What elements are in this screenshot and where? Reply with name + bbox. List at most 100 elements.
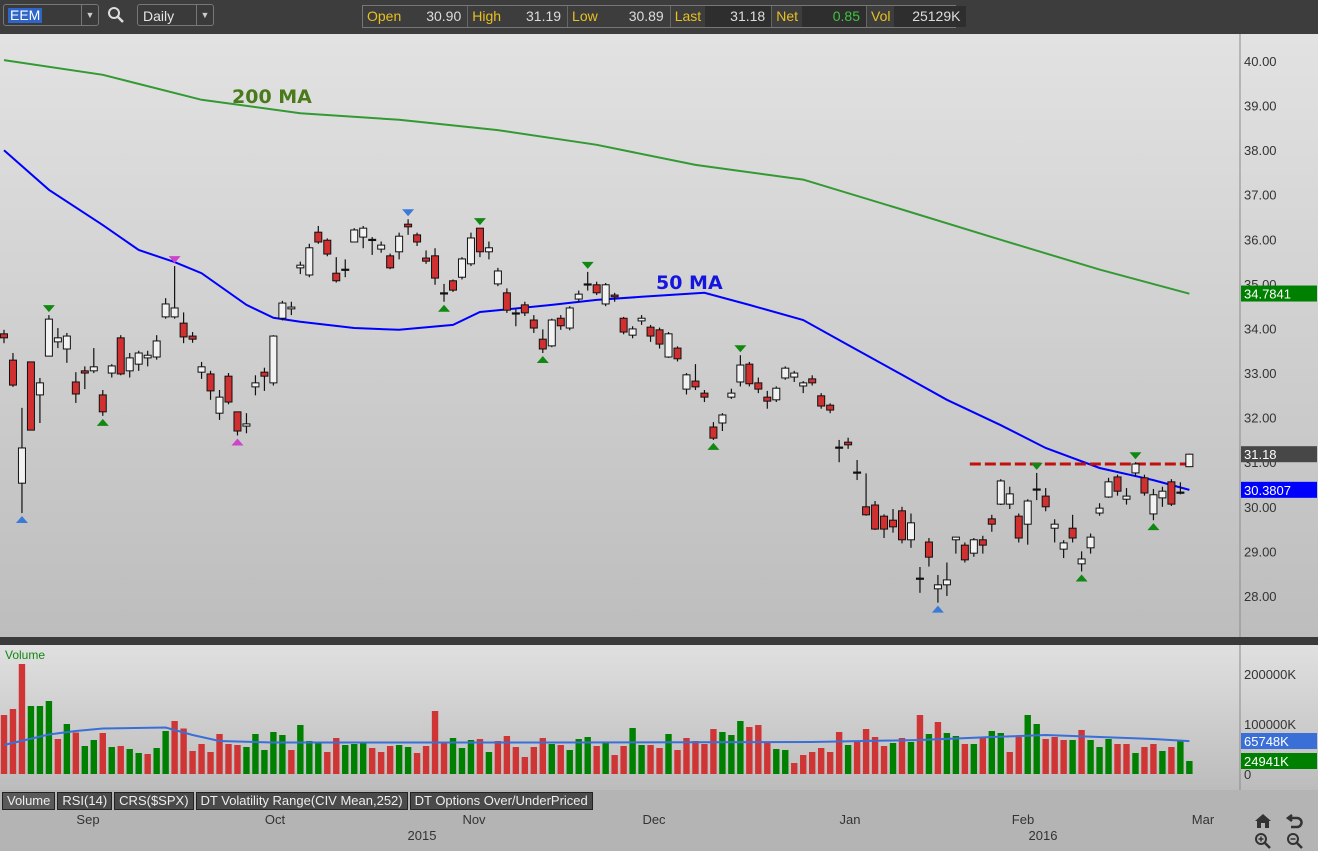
tab-rsi[interactable]: RSI(14) — [57, 792, 113, 810]
volume-bar — [638, 745, 645, 774]
symbol-value[interactable]: EEM — [8, 8, 43, 23]
symbol-input[interactable]: EEM ▼ — [3, 4, 99, 26]
candle[interactable] — [1185, 453, 1194, 468]
chevron-down-icon[interactable]: ▼ — [81, 5, 98, 25]
candle-body — [269, 335, 278, 384]
candle[interactable] — [898, 506, 906, 544]
candle[interactable] — [664, 332, 673, 358]
candle-body — [619, 317, 628, 333]
undo-icon[interactable] — [1286, 812, 1304, 830]
volume-bar — [279, 735, 286, 774]
candle[interactable] — [601, 283, 610, 307]
candle-body — [152, 340, 161, 358]
candle[interactable] — [278, 300, 287, 321]
indicator-tabs: Volume RSI(14) CRS($SPX) DT Volatility R… — [2, 792, 593, 810]
candle[interactable] — [1167, 479, 1176, 506]
candle-body — [637, 317, 646, 322]
candle[interactable] — [673, 346, 682, 362]
candle[interactable] — [817, 393, 826, 409]
candle-body — [422, 257, 431, 262]
candle-body — [242, 423, 251, 427]
candle[interactable] — [116, 335, 125, 376]
candle[interactable] — [745, 361, 754, 387]
candle-body — [224, 375, 233, 403]
candle[interactable] — [565, 306, 574, 331]
candle-body — [646, 326, 655, 337]
volume-bar — [306, 741, 313, 774]
candle-body — [395, 235, 404, 253]
price-tick-label: 39.00 — [1244, 99, 1277, 114]
candle-body — [754, 382, 763, 390]
candle[interactable] — [619, 316, 628, 335]
candle-body — [386, 255, 395, 269]
candle[interactable] — [1140, 474, 1149, 496]
volume-bar — [521, 757, 529, 774]
candle[interactable] — [224, 373, 233, 405]
candle-body — [700, 392, 709, 398]
volume-tick-label: 100000K — [1244, 717, 1296, 732]
volume-bar — [198, 744, 205, 774]
volume-tick-label: 200000K — [1244, 667, 1296, 682]
candle-body — [727, 392, 736, 398]
volume-bar — [557, 745, 564, 774]
volume-bar — [674, 750, 681, 774]
tab-volume[interactable]: Volume — [2, 792, 56, 810]
tab-options-overunderpriced[interactable]: DT Options Over/UnderPriced — [409, 792, 593, 810]
candle[interactable] — [996, 479, 1005, 506]
candle[interactable] — [269, 335, 278, 386]
candle-body — [906, 522, 915, 541]
candle[interactable] — [323, 238, 332, 257]
candle-body — [933, 584, 942, 590]
zoom-out-icon[interactable] — [1286, 832, 1304, 850]
volume-bar — [952, 736, 960, 774]
chevron-down-icon[interactable]: ▼ — [196, 5, 213, 25]
quote-bar: Open 30.90 High 31.19 Low 30.89 Last 31.18 N… — [362, 5, 967, 28]
price-tick-label: 33.00 — [1244, 366, 1277, 381]
tab-volatility-range[interactable]: DT Volatility Range(CIV Mean,252) — [195, 792, 408, 810]
volume-bar — [997, 733, 1004, 774]
volume-bar — [961, 744, 969, 774]
candle[interactable] — [350, 228, 359, 243]
candle[interactable] — [493, 267, 502, 287]
volume-bar — [324, 752, 331, 774]
volume-bar — [440, 741, 448, 774]
candle[interactable] — [305, 243, 314, 278]
candle[interactable] — [960, 542, 969, 563]
candle-body — [260, 371, 269, 377]
home-icon[interactable] — [1254, 812, 1272, 830]
tab-crs[interactable]: CRS($SPX) — [114, 792, 194, 810]
interval-select[interactable]: Daily ▼ — [137, 4, 214, 26]
volume-bar — [351, 744, 358, 774]
candle[interactable] — [44, 315, 53, 357]
volume-bar — [701, 744, 708, 774]
candle[interactable] — [386, 253, 395, 270]
candle[interactable] — [772, 386, 781, 403]
candle-body — [969, 539, 978, 554]
candle-body — [475, 227, 484, 253]
volume-bar — [512, 747, 520, 774]
ma50-value-tag: 30.3807 — [1244, 483, 1291, 498]
volume-bar — [719, 732, 726, 774]
volume-bar — [144, 754, 151, 774]
quote-value: 30.90 — [426, 8, 462, 24]
candle[interactable] — [1014, 513, 1023, 543]
candle[interactable] — [871, 501, 880, 530]
candle[interactable] — [466, 232, 475, 267]
volume-bar — [1024, 715, 1031, 774]
zoom-in-icon[interactable] — [1254, 832, 1272, 850]
quote-low: Low 30.89 — [568, 6, 671, 27]
search-icon[interactable] — [107, 6, 125, 24]
price-chart[interactable]: 28.0029.0030.0031.0032.0033.0034.0035.00… — [0, 0, 1318, 851]
candle[interactable] — [26, 361, 35, 431]
candle[interactable] — [781, 366, 790, 380]
panel-divider[interactable] — [0, 637, 1318, 645]
candle[interactable] — [457, 257, 466, 280]
volume-bar — [1123, 744, 1130, 774]
volume-bar — [548, 744, 555, 774]
volume-bar — [117, 746, 124, 774]
candle[interactable] — [547, 318, 556, 348]
volume-bar — [817, 748, 825, 774]
candle-body — [287, 306, 296, 310]
candle-body — [278, 302, 287, 319]
candle[interactable] — [449, 279, 457, 292]
